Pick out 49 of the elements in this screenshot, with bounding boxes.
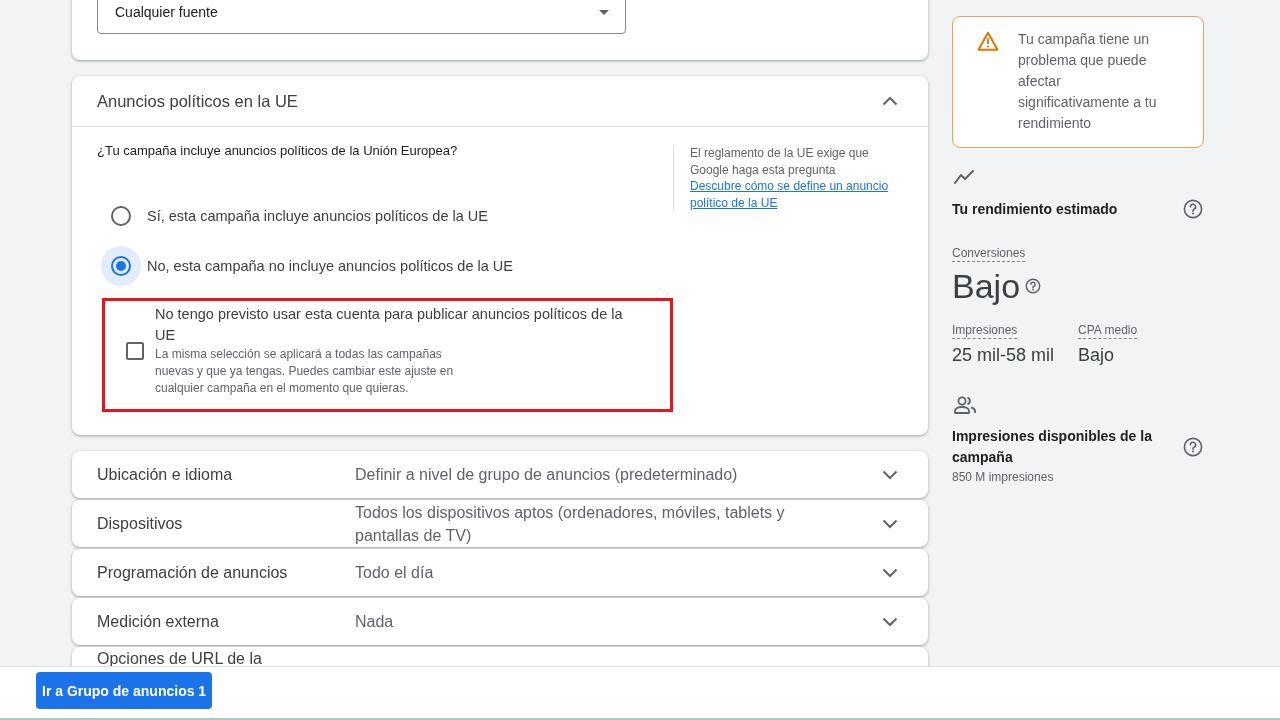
setting-row[interactable]: Programación de anuncios Todo el día: [72, 549, 928, 596]
radio-button[interactable]: [101, 246, 141, 286]
dropdown-caret-icon: [599, 9, 609, 15]
chevron-icon[interactable]: [882, 567, 898, 578]
setting-title: Programación de anuncios: [97, 564, 289, 581]
checkbox-description: La misma selección se aplicará a todas las campañas nuevas y que ya tengas. Puedes cambiar este ajuste en cualquier campaña en el momento que quieras.: [155, 346, 455, 397]
help-icon[interactable]: [1183, 199, 1203, 219]
warning-icon: [977, 31, 999, 51]
chevron-icon[interactable]: [882, 616, 898, 627]
performance-title: Tu rendimiento estimado: [952, 201, 1118, 217]
help-icon[interactable]: [1183, 437, 1203, 457]
question-text: ¿Tu campaña incluye anuncios políticos de la Unión Europea?: [97, 142, 459, 160]
setting-row[interactable]: Medición externa Nada: [72, 598, 928, 645]
setting-value: Definir a nivel de grupo de anuncios (predeterminado): [355, 465, 739, 485]
setting-title: Dispositivos: [97, 515, 184, 532]
reach-title: Impresiones disponibles de la campaña: [952, 427, 1153, 467]
help-icon[interactable]: [1025, 278, 1042, 294]
setting-row[interactable]: Dispositivos Todos los dispositivos aptos (ordenadores, móviles, tablets y pantallas de TV): [72, 500, 928, 547]
setting-title: Opciones de URL de la: [97, 651, 263, 667]
metric-value: Bajo: [1078, 344, 1115, 367]
metric-value: Bajo: [952, 266, 1021, 306]
metric-value: 25 mil-58 mil: [952, 344, 1055, 367]
metric-label[interactable]: CPA medio: [1078, 323, 1138, 339]
info-text: El reglamento de la UE exige que Google haga esta pregunta: [690, 145, 870, 178]
alert-text: Tu campaña tiene un problema que puede afectar significativamente a tu rendimiento: [1018, 30, 1158, 133]
checkbox-label[interactable]: No tengo previsto usar esta cuenta para publicar anuncios políticos de la UE: [155, 304, 637, 346]
radio-label[interactable]: No, esta campaña no incluye anuncios políticos de la UE: [147, 258, 513, 274]
radio-label[interactable]: Sí, esta campaña incluye anuncios políticos de la UE: [147, 208, 488, 224]
setting-value: Todos los dispositivos aptos (ordenadores, móviles, tablets y pantallas de TV): [355, 502, 786, 546]
go-to-ad-group-button[interactable]: Ir a Grupo de anuncios 1: [36, 672, 213, 709]
chevron-icon[interactable]: [882, 96, 898, 106]
metric-label[interactable]: Impresiones: [952, 323, 1018, 339]
setting-value: Nada: [355, 612, 395, 632]
info-link[interactable]: Descubre cómo se define un anuncio político de la UE: [690, 178, 895, 211]
metric-label[interactable]: Conversiones: [952, 246, 1026, 262]
setting-title: Medición externa: [97, 613, 220, 630]
source-select[interactable]: Cualquier fuente: [97, 0, 626, 34]
setting-row[interactable]: Opciones de URL de la: [72, 647, 928, 667]
people-icon: [954, 396, 976, 414]
chevron-icon[interactable]: [882, 469, 898, 480]
reach-value: 850 M impresiones: [952, 469, 1054, 485]
setting-title: Ubicación e idioma: [97, 466, 234, 483]
trending-line-icon: [954, 170, 974, 184]
chevron-icon[interactable]: [882, 518, 898, 529]
section-title: Anuncios políticos en la UE: [97, 91, 298, 111]
radio-button[interactable]: [111, 206, 131, 226]
checkbox[interactable]: [126, 341, 144, 360]
setting-row[interactable]: Ubicación e idioma Definir a nivel de grupo de anuncios (predeterminado): [72, 451, 928, 498]
setting-value: Todo el día: [355, 563, 435, 583]
